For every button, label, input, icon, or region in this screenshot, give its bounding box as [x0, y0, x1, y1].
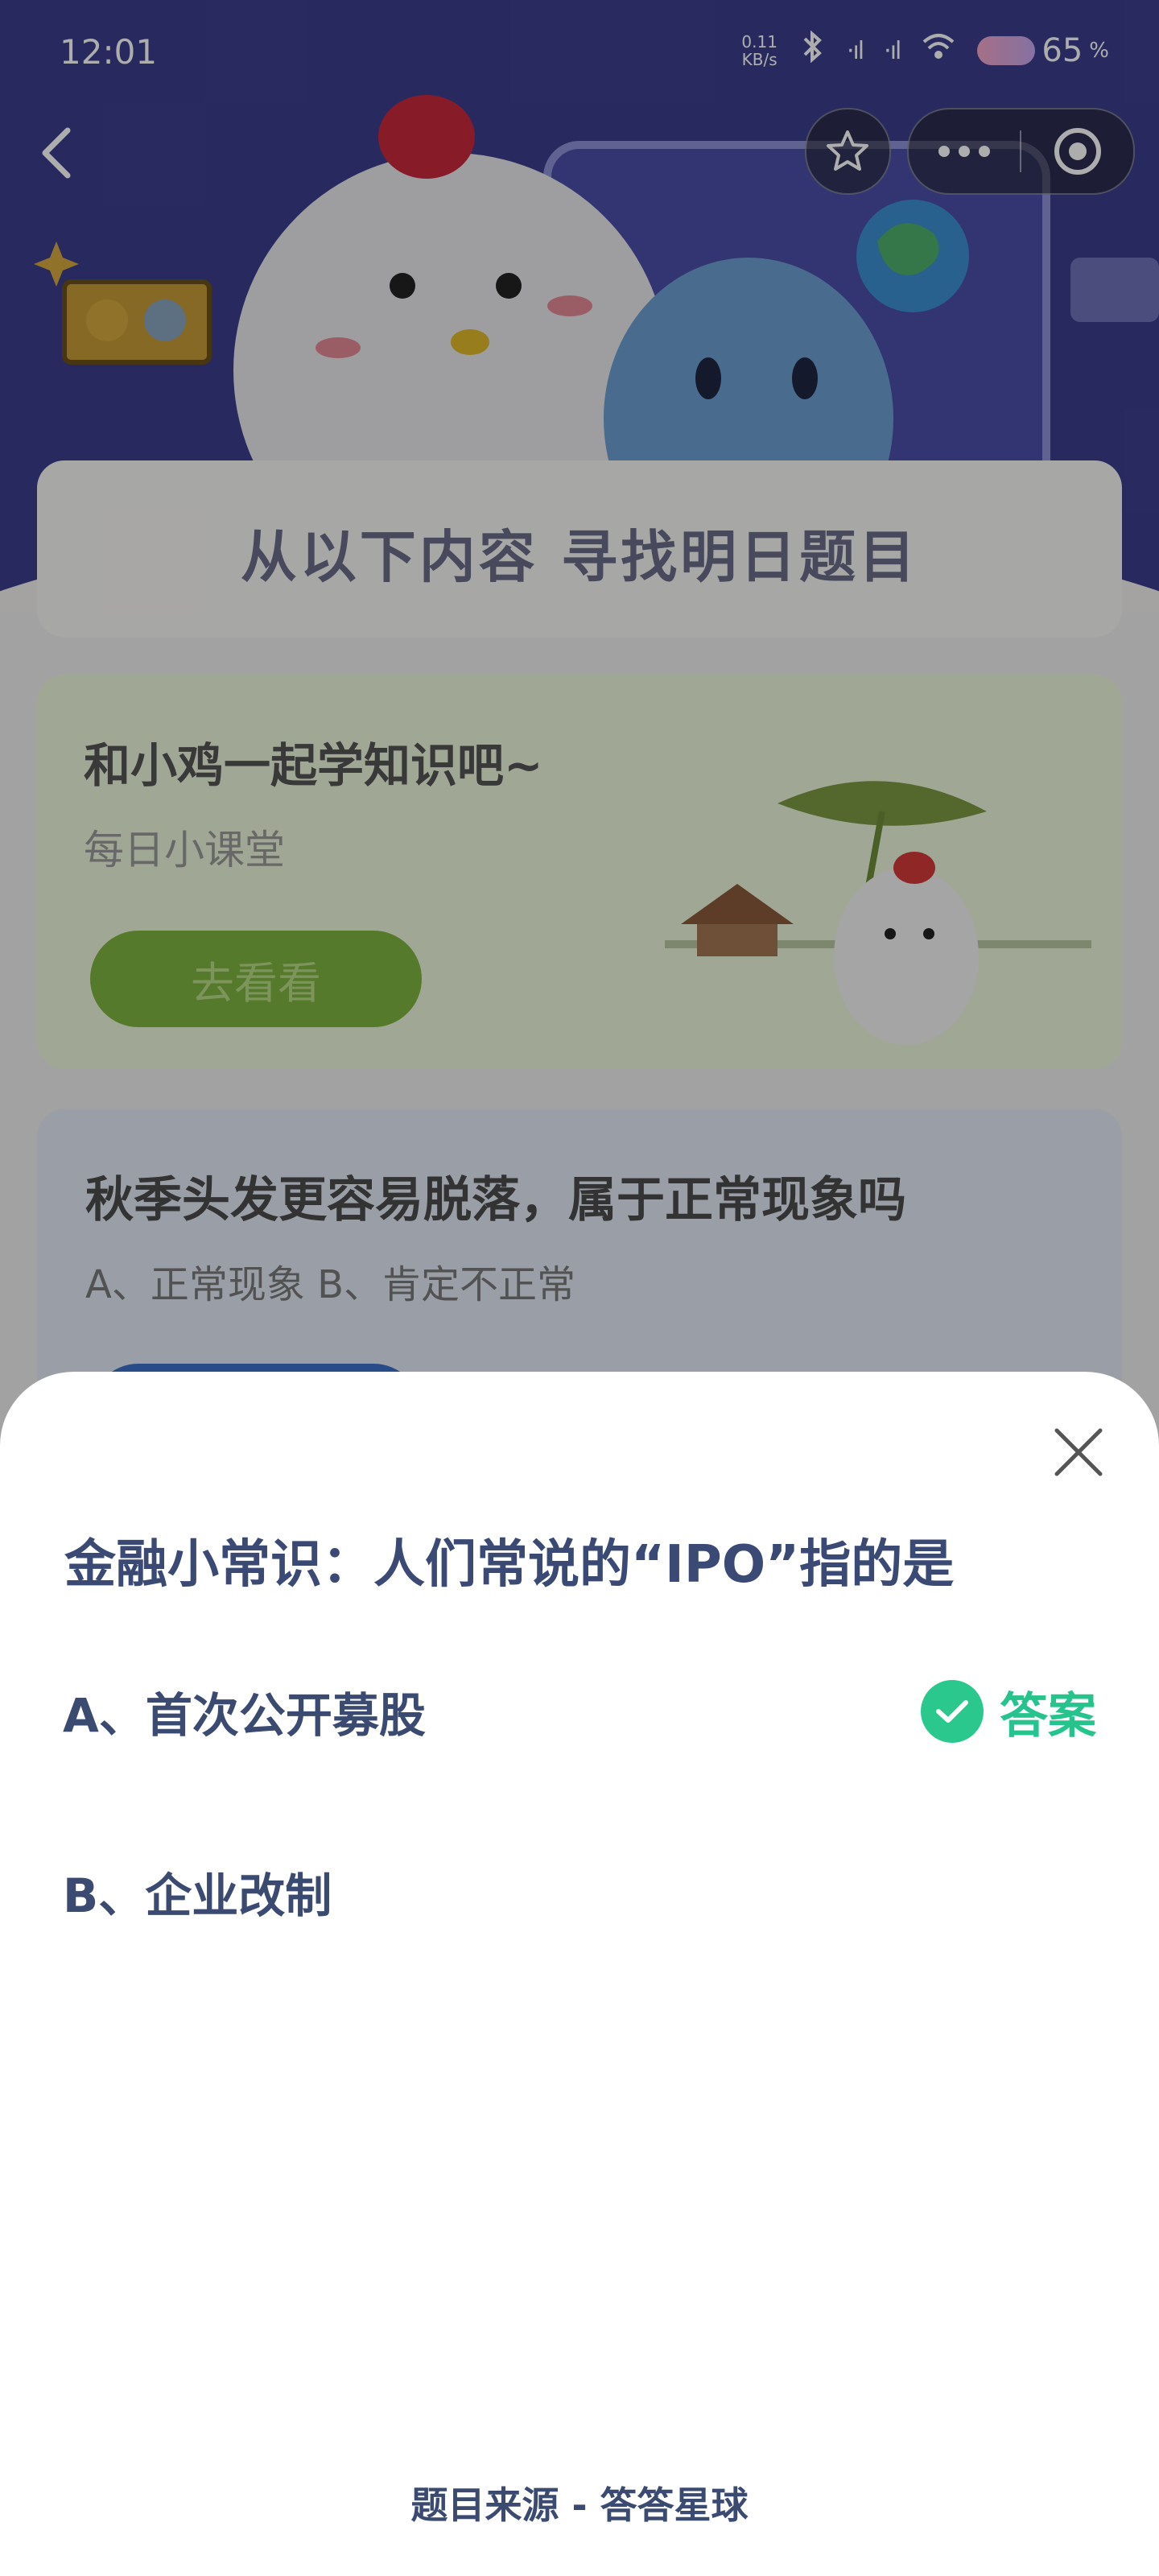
answer-sheet: 金融小常识：人们常说的“IPO”指的是 A、首次公开募股 答案 B、企业改制 题… [0, 1372, 1159, 2576]
close-icon [1054, 1428, 1103, 1476]
answer-label: 答案 [1000, 1687, 1096, 1744]
close-button[interactable] [1043, 1417, 1114, 1488]
option-a[interactable]: A、首次公开募股 答案 [63, 1671, 1096, 1752]
answer-badge: 答案 [921, 1677, 1096, 1747]
option-b-label: B、企业改制 [63, 1868, 332, 1923]
question-source: 题目来源 - 答答星球 [410, 2483, 749, 2527]
option-a-label: A、首次公开募股 [63, 1688, 426, 1743]
check-icon [921, 1680, 984, 1743]
option-b[interactable]: B、企业改制 [63, 1852, 1096, 1932]
sheet-question: 金融小常识：人们常说的“IPO”指的是 [64, 1535, 955, 1595]
